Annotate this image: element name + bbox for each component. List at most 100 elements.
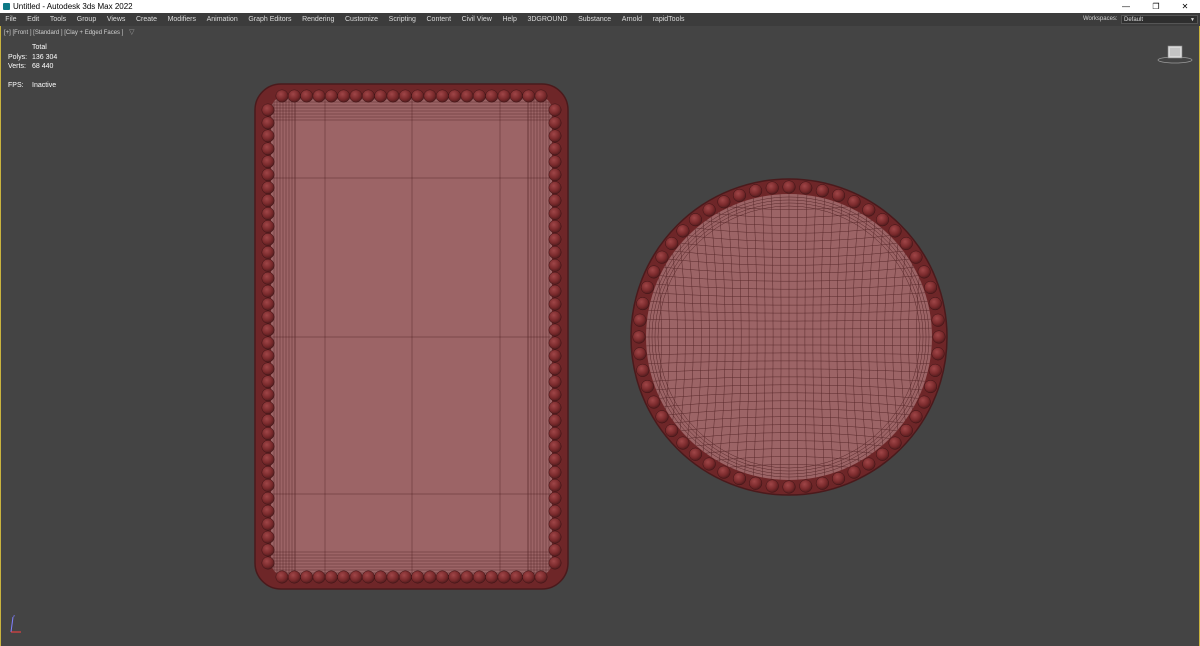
round-tray-mesh[interactable] (630, 178, 948, 496)
menu-views[interactable]: Views (102, 13, 131, 26)
bead (717, 195, 731, 209)
bead (337, 570, 351, 584)
menu-arnold[interactable]: Arnold (616, 13, 647, 26)
front-viewport[interactable]: [+] [Front ] [Standard ] [Clay + Edged F… (0, 26, 1200, 646)
rect-tray-mesh[interactable] (254, 83, 569, 590)
rect-tray-floor (271, 96, 552, 576)
bead (928, 363, 942, 377)
bead (931, 313, 945, 327)
bead (548, 129, 562, 143)
bead (862, 203, 876, 217)
bead (548, 491, 562, 505)
bead (261, 168, 275, 182)
bead (300, 89, 314, 103)
menu-tools[interactable]: Tools (45, 13, 72, 26)
verts-label: Verts: (8, 63, 26, 70)
menu-customize[interactable]: Customize (340, 13, 384, 26)
bead (261, 129, 275, 143)
bead (548, 194, 562, 208)
bead (261, 478, 275, 492)
bead (765, 479, 779, 493)
bead (497, 570, 511, 584)
bead (548, 310, 562, 324)
menu-content[interactable]: Content (421, 13, 456, 26)
menu-file[interactable]: File (0, 13, 22, 26)
bead (676, 224, 690, 238)
bead (765, 181, 779, 195)
viewcube-icon[interactable] (1155, 42, 1195, 66)
bead (548, 245, 562, 259)
bead (275, 570, 289, 584)
menu-scripting[interactable]: Scripting (383, 13, 421, 26)
bead (534, 89, 548, 103)
bead (448, 89, 462, 103)
bead (909, 410, 923, 424)
menu-3dground[interactable]: 3DGROUND (522, 13, 573, 26)
bead (324, 89, 338, 103)
menu-graph-editors[interactable]: Graph Editors (243, 13, 297, 26)
bead (337, 89, 351, 103)
bead (633, 347, 647, 361)
menu-help[interactable]: Help (497, 13, 522, 26)
bead (411, 89, 425, 103)
bead (472, 89, 486, 103)
bead (261, 491, 275, 505)
bead (548, 349, 562, 363)
menu-substance[interactable]: Substance (573, 13, 617, 26)
bead (909, 250, 923, 264)
funnel-icon[interactable]: ▽ (129, 29, 134, 36)
bead (931, 347, 945, 361)
bead (917, 265, 931, 279)
bead (548, 414, 562, 428)
menu-group[interactable]: Group (71, 13, 101, 26)
bead (261, 453, 275, 466)
menu-edit[interactable]: Edit (22, 13, 45, 26)
menu-rendering[interactable]: Rendering (297, 13, 340, 26)
bead (261, 517, 275, 531)
bead (732, 472, 747, 486)
bead (548, 103, 562, 117)
bead (261, 232, 275, 246)
bead (261, 271, 275, 285)
bead (548, 453, 562, 466)
bead (732, 188, 747, 202)
scene-canvas[interactable] (1, 26, 1199, 646)
workspaces-dropdown[interactable]: Default ▼ (1121, 15, 1198, 24)
bead (548, 207, 562, 220)
bead (717, 465, 731, 479)
bead (932, 330, 946, 344)
menu-rapidtools[interactable]: rapidTools (647, 13, 690, 26)
menu-civil-view[interactable]: Civil View (456, 13, 497, 26)
menu-modifiers[interactable]: Modifiers (162, 13, 201, 26)
bead (261, 103, 275, 117)
bead (548, 375, 562, 389)
menu-animation[interactable]: Animation (201, 13, 243, 26)
bead (261, 155, 275, 169)
bead (460, 89, 474, 103)
bead (349, 570, 363, 584)
bead (261, 245, 275, 259)
bead (799, 479, 813, 493)
bead (548, 284, 562, 298)
restore-button[interactable]: ❐ (1141, 0, 1171, 13)
bead (633, 313, 647, 327)
bead (548, 427, 562, 441)
svg-text:z: z (13, 614, 15, 618)
bead (548, 388, 562, 402)
bead (398, 570, 412, 584)
bead (875, 447, 890, 461)
polys-label: Polys: (8, 53, 28, 61)
bead (386, 89, 400, 103)
menu-create[interactable]: Create (131, 13, 163, 26)
viewport-label-text[interactable]: [+] [Front ] [Standard ] [Clay + Edged F… (4, 30, 123, 36)
close-button[interactable]: ✕ (1170, 0, 1200, 13)
bead (875, 213, 890, 227)
bead (548, 181, 562, 195)
viewport-label[interactable]: [+] [Front ] [Standard ] [Clay + Edged F… (4, 29, 134, 37)
bead (497, 89, 511, 103)
minimize-button[interactable]: — (1111, 0, 1141, 13)
bead (261, 336, 275, 350)
bead (509, 89, 523, 103)
bead (261, 220, 275, 233)
bead (300, 570, 314, 584)
